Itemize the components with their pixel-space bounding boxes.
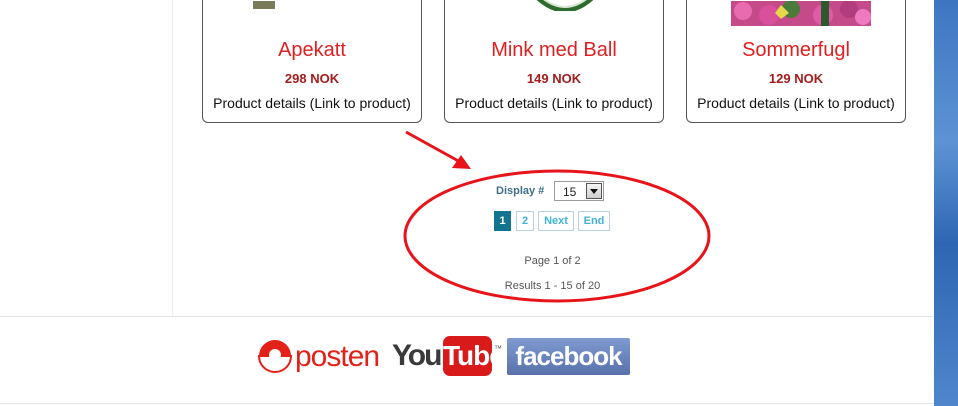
display-count-value: 15 <box>563 185 577 199</box>
posten-logo-icon[interactable] <box>257 338 293 374</box>
youtube-tube-text[interactable]: Tube <box>443 336 505 376</box>
results-counter: Results 1 - 15 of 20 <box>504 280 601 292</box>
youtube-you-text[interactable]: You <box>392 339 442 373</box>
youtube-trademark: ™ <box>494 344 502 353</box>
page-1-button[interactable]: 1 <box>494 211 511 231</box>
page-2-link[interactable]: 2 <box>516 211 534 231</box>
facebook-link[interactable]: facebook <box>507 338 630 375</box>
posten-link[interactable]: posten <box>295 340 380 374</box>
display-label: Display # <box>496 185 545 197</box>
annotation-arrow <box>405 130 463 165</box>
display-count-select[interactable]: 15 <box>554 181 604 201</box>
annotation-arrowhead <box>452 155 471 169</box>
footer-divider <box>0 316 934 317</box>
chevron-down-icon[interactable] <box>586 183 602 199</box>
next-page-link[interactable]: Next <box>538 211 574 231</box>
bottom-divider <box>0 403 934 404</box>
page-counter: Page 1 of 2 <box>524 255 581 267</box>
end-page-link[interactable]: End <box>578 211 610 231</box>
